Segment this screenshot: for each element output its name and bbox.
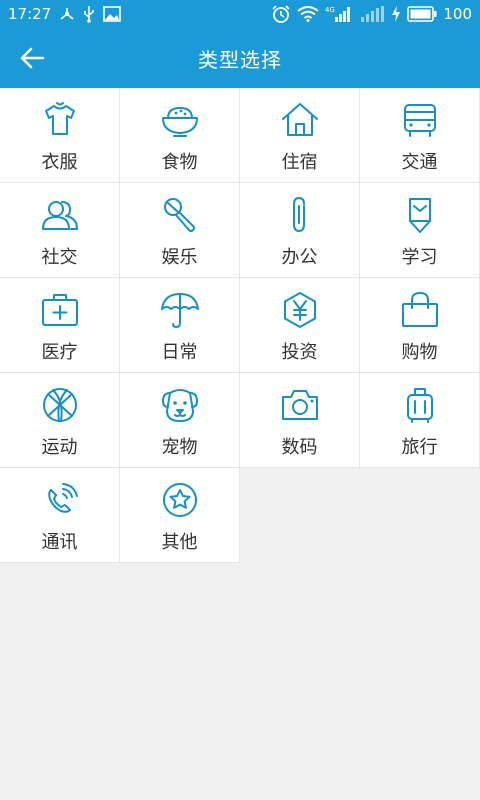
- network-type: 4G: [325, 6, 335, 14]
- category-label: 医疗: [41, 342, 78, 363]
- category-label: 数码: [281, 437, 318, 458]
- category-label: 食物: [161, 152, 198, 173]
- people-icon: [40, 195, 80, 235]
- category-item-travel[interactable]: 旅行: [360, 373, 480, 468]
- category-label: 办公: [281, 247, 318, 268]
- category-label: 其他: [161, 532, 198, 553]
- house-icon: [280, 100, 320, 140]
- star-icon: [160, 480, 200, 520]
- category-label: 投资: [281, 342, 318, 363]
- category-label: 通讯: [41, 532, 78, 553]
- category-item-pets[interactable]: 宠物: [120, 373, 240, 468]
- battery-level: 100: [443, 5, 472, 23]
- category-item-social[interactable]: 社交: [0, 183, 120, 278]
- category-item-transport[interactable]: 交通: [360, 88, 480, 183]
- usb-icon: [83, 5, 95, 23]
- category-item-daily[interactable]: 日常: [120, 278, 240, 373]
- category-label: 住宿: [281, 152, 318, 173]
- page-title: 类型选择: [198, 48, 282, 72]
- pencil-icon: [400, 195, 440, 235]
- battery-icon: [407, 6, 437, 22]
- paperclip-icon: [280, 195, 320, 235]
- category-item-digital[interactable]: 数码: [240, 373, 360, 468]
- dog-icon: [160, 385, 200, 425]
- category-label: 运动: [41, 437, 78, 458]
- phone-icon: [40, 480, 80, 520]
- alarm-icon: [271, 5, 291, 23]
- image-icon: [103, 6, 122, 22]
- category-item-food[interactable]: 食物: [120, 88, 240, 183]
- usb-tether-icon: [59, 6, 75, 22]
- category-label: 娱乐: [161, 247, 198, 268]
- charging-icon: [391, 6, 401, 22]
- category-label: 衣服: [41, 152, 78, 173]
- shopping-bag-icon: [400, 290, 440, 330]
- status-time: 17:27: [8, 5, 52, 23]
- category-item-communication[interactable]: 通讯: [0, 468, 120, 563]
- bus-icon: [400, 100, 440, 140]
- category-label: 社交: [41, 247, 78, 268]
- signal-icon: 4G: [325, 5, 353, 23]
- app-bar: 类型选择: [0, 28, 480, 88]
- category-grid: 衣服 食物 住宿 交通 社交 娱乐 办公 学习 医疗 日常 投资 购物 运动 宠…: [0, 88, 480, 563]
- luggage-icon: [400, 385, 440, 425]
- shirt-icon: [40, 100, 80, 140]
- category-label: 购物: [401, 342, 438, 363]
- category-label: 宠物: [161, 437, 198, 458]
- status-bar: 17:27 4G 100: [0, 0, 480, 28]
- category-item-entertainment[interactable]: 娱乐: [120, 183, 240, 278]
- signal-secondary-icon: [359, 5, 385, 23]
- category-item-study[interactable]: 学习: [360, 183, 480, 278]
- category-label: 日常: [161, 342, 198, 363]
- yen-icon: [280, 290, 320, 330]
- camera-icon: [280, 385, 320, 425]
- category-item-other[interactable]: 其他: [120, 468, 240, 563]
- category-item-investment[interactable]: 投资: [240, 278, 360, 373]
- basketball-icon: [40, 385, 80, 425]
- category-item-lodging[interactable]: 住宿: [240, 88, 360, 183]
- category-item-office[interactable]: 办公: [240, 183, 360, 278]
- category-label: 交通: [401, 152, 438, 173]
- wifi-icon: [297, 6, 319, 22]
- umbrella-icon: [160, 290, 200, 330]
- category-item-clothes[interactable]: 衣服: [0, 88, 120, 183]
- category-label: 学习: [401, 247, 438, 268]
- category-item-shopping[interactable]: 购物: [360, 278, 480, 373]
- category-label: 旅行: [401, 437, 438, 458]
- category-item-sports[interactable]: 运动: [0, 373, 120, 468]
- medical-kit-icon: [40, 290, 80, 330]
- microphone-icon: [160, 195, 200, 235]
- category-item-medical[interactable]: 医疗: [0, 278, 120, 373]
- bowl-icon: [160, 100, 200, 140]
